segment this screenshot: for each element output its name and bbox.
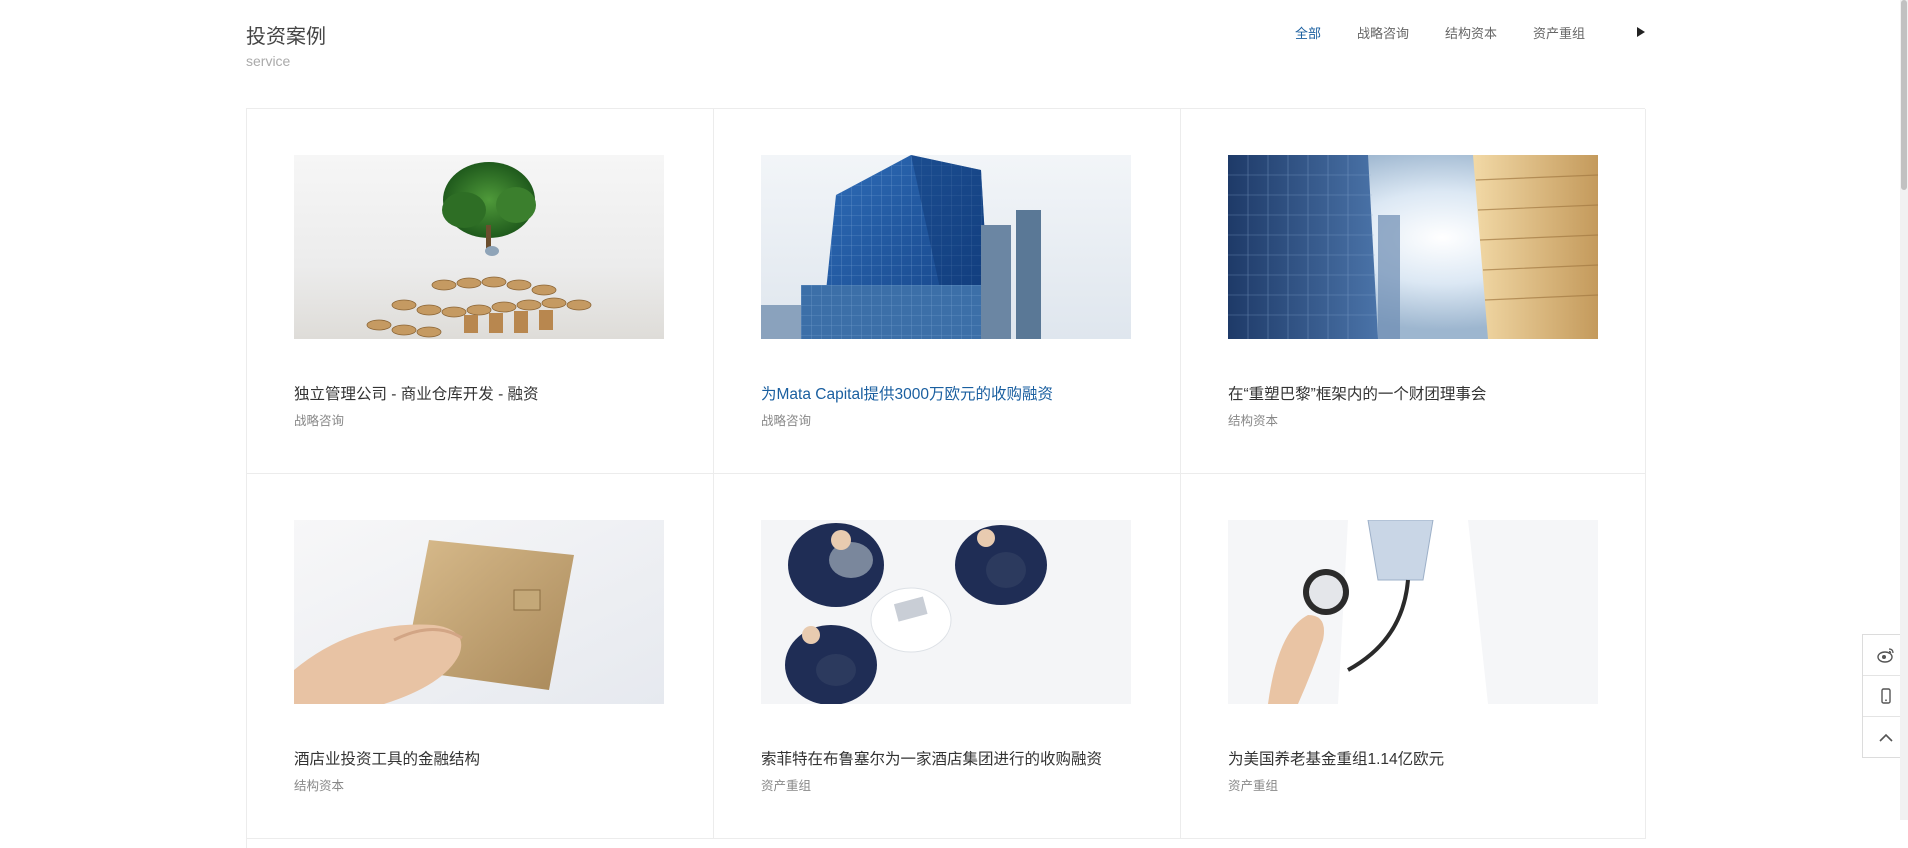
play-triangle-icon[interactable]	[1637, 26, 1645, 39]
case-category: 结构资本	[1228, 414, 1279, 428]
tab-strategy-consulting[interactable]: 战略咨询	[1357, 23, 1409, 42]
case-card[interactable]: 酒店业投资工具的金融结构 结构资本	[247, 474, 714, 839]
case-category: 战略咨询	[761, 414, 812, 428]
case-title[interactable]: 独立管理公司 - 商业仓库开发 - 融资	[294, 382, 539, 404]
tab-all[interactable]: 全部	[1295, 23, 1321, 42]
case-card[interactable]: 为Mata Capital提供3000万欧元的收购融资 战略咨询	[714, 109, 1181, 474]
case-image-buildings-sunlight	[1228, 155, 1598, 339]
case-card[interactable]: 独立管理公司 - 商业仓库开发 - 融资 战略咨询	[247, 109, 714, 474]
case-grid: 独立管理公司 - 商业仓库开发 - 融资 战略咨询 为Mata Capital提…	[246, 108, 1646, 848]
case-title[interactable]: 在“重塑巴黎”框架内的一个财团理事会	[1228, 382, 1486, 404]
case-image-stethoscope	[1228, 520, 1598, 704]
case-card[interactable]: 在“重塑巴黎”框架内的一个财团理事会 结构资本	[1181, 109, 1646, 474]
scrollbar-thumb[interactable]	[1901, 0, 1907, 190]
page-subtitle: service	[246, 53, 291, 69]
filter-tabs: 全部 战略咨询 结构资本 资产重组	[1259, 23, 1645, 42]
tab-asset-restructuring[interactable]: 资产重组	[1533, 23, 1585, 42]
case-title[interactable]: 为美国养老基金重组1.14亿欧元	[1228, 747, 1444, 769]
scrollbar[interactable]	[1900, 0, 1908, 820]
case-title[interactable]: 酒店业投资工具的金融结构	[294, 747, 480, 769]
case-image-skyscraper	[761, 155, 1131, 339]
case-category: 战略咨询	[294, 414, 345, 428]
case-image-meeting	[761, 520, 1131, 704]
case-title[interactable]: 索菲特在布鲁塞尔为一家酒店集团进行的收购融资	[761, 747, 1102, 769]
case-image-tree-coins	[294, 155, 664, 339]
page-title: 投资案例	[246, 26, 326, 48]
case-category: 结构资本	[294, 779, 345, 793]
cases-section: 投资案例 service 全部 战略咨询 结构资本 资产重组 独立管理公司 - …	[246, 0, 1646, 848]
case-card[interactable]: 为美国养老基金重组1.14亿欧元 资产重组	[1181, 474, 1646, 839]
tab-structured-capital[interactable]: 结构资本	[1445, 23, 1497, 42]
case-title[interactable]: 为Mata Capital提供3000万欧元的收购融资	[761, 382, 1053, 404]
case-category: 资产重组	[761, 779, 812, 793]
case-card[interactable]: 索菲特在布鲁塞尔为一家酒店集团进行的收购融资 资产重组	[714, 474, 1181, 839]
case-image-hand-card	[294, 520, 664, 704]
case-category: 资产重组	[1228, 779, 1279, 793]
